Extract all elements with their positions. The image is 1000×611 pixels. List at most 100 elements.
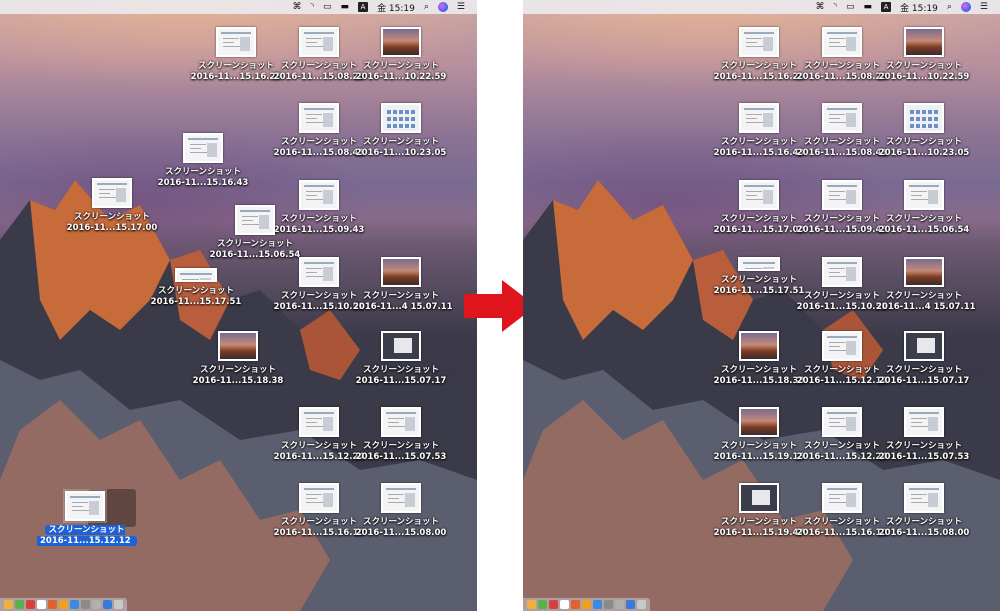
dock-app-icon[interactable] (114, 600, 123, 609)
screenshot-file-icon[interactable]: スクリーンショット 2016-11...10.22.59 (353, 27, 449, 83)
dock-app-icon[interactable] (582, 600, 591, 609)
file-label-text: スクリーンショット 2016-11...15.17.00 (713, 214, 805, 235)
file-label-text: スクリーンショット 2016-11...15.18.38 (192, 365, 284, 386)
screenshot-file-icon[interactable]: スクリーンショット 2016-11...15.08.00 (353, 483, 449, 539)
screenshot-thumbnail (738, 257, 780, 271)
battery-icon[interactable]: ▬ (864, 2, 873, 12)
battery-icon[interactable]: ▬ (341, 2, 350, 12)
screenshot-thumbnail (904, 180, 944, 210)
notification-center-icon[interactable]: ☰ (457, 2, 465, 12)
file-label-text: スクリーンショット 2016-11...10.22.59 (878, 61, 970, 82)
screenshot-file-icon[interactable]: スクリーンショット 2016-11...15.08.00 (876, 483, 972, 539)
file-label-text: スクリーンショット 2016-11...15.07.17 (878, 365, 970, 386)
dock-app-icon[interactable] (81, 600, 90, 609)
file-label-text: スクリーンショット 2016-11...15.08.28 (796, 61, 888, 82)
file-date-text: 2016-11...15.07.53 (355, 452, 447, 462)
screenshot-thumbnail (218, 331, 258, 361)
screenshot-thumbnail (381, 483, 421, 513)
file-date-text: 2016-11...10.22.59 (878, 72, 970, 82)
spotlight-search-icon[interactable]: ⌕ (947, 2, 952, 12)
input-source-icon[interactable]: A (358, 2, 369, 12)
mountain-wallpaper (523, 180, 1000, 611)
dock-app-icon[interactable] (615, 600, 624, 609)
screenshot-thumbnail (822, 257, 862, 287)
dock-app-icon[interactable] (15, 600, 24, 609)
menu-clock[interactable]: 金 15:19 (377, 1, 415, 14)
dock-app-icon[interactable] (626, 600, 635, 609)
screenshot-thumbnail (299, 483, 339, 513)
screenshot-file-icon[interactable]: スクリーンショット 2016-11...15.17.51 (148, 268, 244, 308)
screenshot-file-icon[interactable]: スクリーンショット 2016-11...15.07.53 (876, 407, 972, 463)
file-label-text: スクリーンショット 2016-11...15.07.17 (355, 365, 447, 386)
dock-app-icon[interactable] (103, 600, 112, 609)
screenshot-file-icon[interactable]: スクリーンショット 2016-11...15.19.47 (711, 483, 807, 539)
file-label-text: スクリーンショット 2016-11...15.09.43 (796, 214, 888, 235)
file-label: スクリーンショット 2016-11...10.23.05 (353, 137, 449, 159)
screenshot-file-icon[interactable]: スクリーンショット 2016-11...15.06.54 (207, 205, 303, 261)
file-label: スクリーンショット 2016-11...4 15.07.11 (876, 291, 976, 313)
airplay-icon[interactable]: ▭ (846, 2, 855, 12)
file-label: スクリーンショット 2016-11...10.23.05 (876, 137, 972, 159)
screenshot-file-icon[interactable]: スクリーンショット 2016-11...15.06.54 (876, 180, 972, 236)
screenshot-file-icon[interactable]: スクリーンショット 2016-11...15.18.38 (190, 331, 286, 387)
dock-app-icon[interactable] (593, 600, 602, 609)
notification-center-icon[interactable]: ☰ (980, 2, 988, 12)
menu-clock[interactable]: 金 15:19 (900, 1, 938, 14)
dock-app-icon[interactable] (549, 600, 558, 609)
screenshot-file-icon[interactable]: スクリーンショット 2016-11...10.22.59 (876, 27, 972, 83)
screenshot-thumbnail (822, 331, 862, 361)
screenshot-file-icon[interactable]: スクリーンショット 2016-11...15.17.51 (711, 257, 807, 297)
screenshot-thumbnail (822, 103, 862, 133)
dock-app-icon[interactable] (92, 600, 101, 609)
dock-app-icon[interactable] (527, 600, 536, 609)
screenshot-file-icon[interactable]: スクリーンショット 2016-11...15.17.00 (711, 180, 807, 236)
dock-app-icon[interactable] (59, 600, 68, 609)
file-date-text: 2016-11...15.19.15 (713, 452, 805, 462)
screenshot-file-icon[interactable]: スクリーンショット 2016-11...15.18.38 (711, 331, 807, 387)
file-date-text: 2016-11...15.16.26 (713, 72, 805, 82)
screenshot-file-icon[interactable]: スクリーンショット 2016-11...15.16.26 (711, 27, 807, 83)
screenshot-file-icon[interactable]: スクリーンショット 2016-11...15.16.26 (188, 27, 284, 83)
dock-app-icon[interactable] (538, 600, 547, 609)
spotlight-search-icon[interactable]: ⌕ (424, 2, 429, 12)
screenshot-file-icon[interactable]: スクリーンショット 2016-11...10.23.05 (876, 103, 972, 159)
file-label-text: スクリーンショット 2016-11...15.16.43 (713, 137, 805, 158)
screenshot-file-icon[interactable]: スクリーンショット 2016-11...15.16.43 (711, 103, 807, 159)
screenshot-file-icon[interactable]: スクリーンショット 2016-11...4 15.07.11 (353, 257, 453, 313)
screenshot-file-icon[interactable]: スクリーンショット 2016-11...15.16.43 (155, 133, 251, 189)
screenshot-file-icon[interactable]: スクリーンショット 2016-11...10.23.05 (353, 103, 449, 159)
file-date-text: 2016-11...15.07.17 (878, 376, 970, 386)
command-icon[interactable]: ⌘ (293, 2, 302, 12)
file-date-text: 2016-11...10.22.59 (355, 72, 447, 82)
screenshot-file-icon[interactable]: スクリーンショット 2016-11...15.17.00 (64, 178, 160, 234)
dock-app-icon[interactable] (604, 600, 613, 609)
dock-app-icon[interactable] (560, 600, 569, 609)
siri-icon[interactable] (437, 2, 448, 12)
file-label-text: スクリーンショット 2016-11...15.08.00 (355, 517, 447, 538)
screenshot-thumbnail (904, 331, 944, 361)
airplay-icon[interactable]: ▭ (323, 2, 332, 12)
dock-app-icon[interactable] (70, 600, 79, 609)
dock-app-icon[interactable] (37, 600, 46, 609)
screenshot-file-icon[interactable]: スクリーンショット 2016-11...4 15.07.11 (876, 257, 976, 313)
screenshot-file-icon[interactable]: スクリーンショット 2016-11...15.07.17 (876, 331, 972, 387)
dock-app-icon[interactable] (571, 600, 580, 609)
screenshot-thumbnail (822, 27, 862, 57)
wifi-icon[interactable]: ◝ (311, 2, 315, 12)
screenshot-file-icon[interactable]: スクリーンショット 2016-11...15.19.15 (711, 407, 807, 463)
screenshot-file-icon[interactable]: スクリーンショット 2016-11...15.07.53 (353, 407, 449, 463)
screenshot-thumbnail (739, 180, 779, 210)
screenshot-thumbnail (739, 483, 779, 513)
dock-app-icon[interactable] (637, 600, 646, 609)
file-label-text: スクリーンショット 2016-11...15.08.00 (878, 517, 970, 538)
siri-icon[interactable] (960, 2, 971, 12)
selected-file-icon[interactable]: スクリーンショット 2016-11...15.12.12 (37, 489, 137, 547)
wifi-icon[interactable]: ◝ (834, 2, 838, 12)
input-source-icon[interactable]: A (881, 2, 892, 12)
command-icon[interactable]: ⌘ (816, 2, 825, 12)
screenshot-file-icon[interactable]: スクリーンショット 2016-11...15.07.17 (353, 331, 449, 387)
file-label: スクリーンショット 2016-11...15.17.51 (148, 286, 244, 308)
dock-app-icon[interactable] (26, 600, 35, 609)
dock-app-icon[interactable] (48, 600, 57, 609)
dock-app-icon[interactable] (4, 600, 13, 609)
